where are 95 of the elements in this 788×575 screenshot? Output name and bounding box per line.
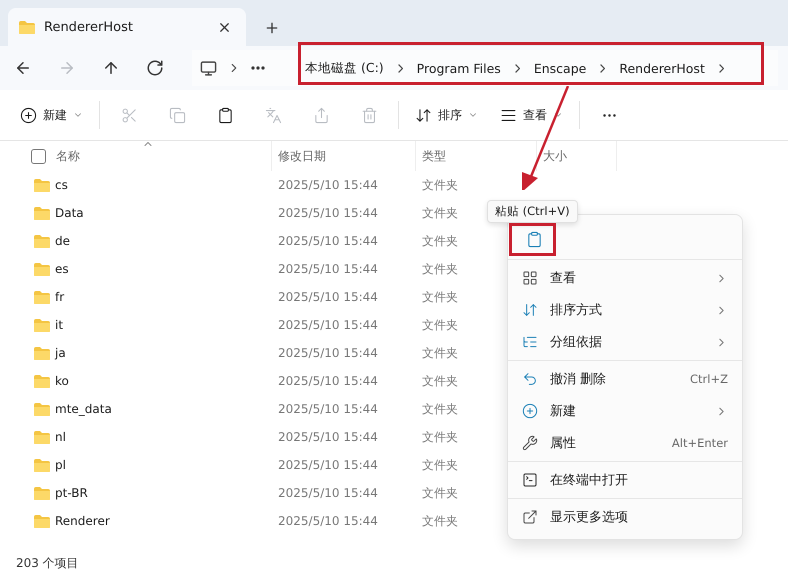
type-cell-text: 文件夹 — [421, 484, 458, 502]
date-cell-text: 2025/5/10 15:44 — [277, 346, 378, 360]
folder-icon — [33, 514, 51, 528]
date-cell-text: 2025/5/10 15:44 — [277, 318, 378, 332]
chevron-icon — [718, 64, 724, 72]
undo-icon — [522, 371, 538, 387]
wrench-icon — [522, 435, 538, 451]
folder-icon — [33, 346, 51, 360]
more-icon — [251, 66, 265, 70]
type-cell-text: 文件夹 — [421, 288, 458, 306]
type-cell-text: 文件夹 — [421, 316, 458, 334]
type-cell-text: 文件夹 — [421, 344, 458, 362]
list-icon — [522, 334, 538, 350]
file-name[interactable]: cs — [55, 178, 68, 192]
tooltip: 粘贴 (Ctrl+V) — [487, 200, 578, 223]
folder-icon — [33, 262, 51, 276]
column-header[interactable]: 类型 — [416, 141, 537, 171]
date-cell-text: 2025/5/10 15:44 — [277, 290, 378, 304]
type-cell-text: 文件夹 — [421, 512, 458, 530]
file-name[interactable]: ja — [55, 346, 66, 360]
type-cell-text: 文件夹 — [421, 232, 458, 250]
folder-icon — [33, 206, 51, 220]
folder-icon — [33, 374, 51, 388]
breadcrumb-item[interactable]: RendererHost — [619, 60, 705, 76]
type-cell-text: 文件夹 — [421, 176, 458, 194]
chevron-icon — [514, 64, 520, 72]
date-cell-text: 2025/5/10 15:44 — [277, 206, 378, 220]
window-tab[interactable]: RendererHost — [8, 8, 246, 46]
column-header[interactable]: 名称 — [25, 141, 272, 171]
file-name[interactable]: nl — [55, 430, 66, 444]
menu-item[interactable]: 显示更多选项 — [508, 501, 742, 533]
file-name[interactable]: it — [55, 318, 64, 332]
chevron-icon — [600, 64, 606, 72]
date-cell-text: 2025/5/10 15:44 — [277, 374, 378, 388]
menu-item[interactable]: 撤消 删除 Ctrl+Z — [508, 363, 742, 395]
menu-item[interactable]: 新建 — [508, 395, 742, 427]
folder-icon — [33, 234, 51, 248]
terminal-icon — [522, 472, 538, 488]
date-cell-text: 2025/5/10 15:44 — [277, 178, 378, 192]
date-cell-text: 2025/5/10 15:44 — [277, 402, 378, 416]
folder-icon — [18, 20, 36, 34]
menu-item[interactable]: 查看 — [508, 262, 742, 294]
date-cell-text: 2025/5/10 15:44 — [277, 262, 378, 276]
toolbar-button[interactable]: 新建 — [14, 102, 89, 128]
breadcrumb-item[interactable]: Enscape — [534, 60, 586, 76]
tab-title: RendererHost — [44, 20, 134, 34]
file-name[interactable]: fr — [55, 290, 64, 304]
date-cell-text: 2025/5/10 15:44 — [277, 514, 378, 528]
file-name[interactable]: Renderer — [55, 514, 110, 528]
file-name[interactable]: pl — [55, 458, 66, 472]
grid-icon — [522, 270, 538, 286]
type-cell-text: 文件夹 — [421, 372, 458, 390]
sort-icon — [415, 106, 432, 124]
file-name[interactable]: de — [55, 234, 70, 248]
menu-item[interactable]: 分组依据 — [508, 326, 742, 358]
date-cell-text: 2025/5/10 15:44 — [277, 486, 378, 500]
folder-icon — [33, 178, 51, 192]
date-cell-text: 2025/5/10 15:44 — [277, 234, 378, 248]
menu-item[interactable]: 排序方式 — [508, 294, 742, 326]
sort-icon — [522, 302, 538, 318]
expand-icon — [522, 509, 538, 525]
highlight-frame — [509, 223, 556, 256]
folder-icon — [33, 290, 51, 304]
address-bar[interactable]: 本地磁盘 (C:) Program Files Enscape RendererHost — [192, 50, 778, 86]
select-all-checkbox[interactable] — [31, 148, 46, 164]
plus-circle-icon — [20, 106, 37, 124]
date-cell-text: 2025/5/10 15:44 — [277, 430, 378, 444]
type-cell-text: 文件夹 — [421, 260, 458, 278]
file-name[interactable]: mte_data — [55, 402, 112, 416]
breadcrumb-item[interactable]: 本地磁盘 (C:) — [305, 60, 384, 76]
file-name[interactable]: ko — [55, 374, 69, 388]
date-cell-text: 2025/5/10 15:44 — [277, 458, 378, 472]
folder-icon — [33, 458, 51, 472]
file-name[interactable]: es — [55, 262, 69, 276]
file-name[interactable]: pt-BR — [55, 486, 88, 500]
type-cell-text: 文件夹 — [421, 400, 458, 418]
toolbar-button[interactable]: 排序 — [409, 102, 484, 128]
menu-item[interactable]: 属性 Alt+Enter — [508, 427, 742, 459]
folder-icon — [33, 486, 51, 500]
type-cell-text: 文件夹 — [421, 456, 458, 474]
folder-icon — [33, 318, 51, 332]
type-cell-text: 文件夹 — [421, 428, 458, 446]
item-count: 203 个项目 — [16, 554, 79, 572]
chevron-icon — [398, 64, 403, 72]
plus-circle-icon — [522, 403, 538, 419]
folder-icon — [33, 430, 51, 444]
menu-item[interactable]: 在终端中打开 — [508, 464, 742, 496]
toolbar-button[interactable]: 查看 — [494, 102, 569, 128]
type-cell-text: 文件夹 — [421, 204, 458, 222]
column-header[interactable]: 修改日期 — [272, 141, 416, 171]
breadcrumb-item[interactable]: Program Files — [416, 60, 501, 76]
column-header[interactable]: 大小 — [537, 141, 617, 171]
file-name[interactable]: Data — [55, 206, 84, 220]
computer-icon — [200, 60, 217, 76]
folder-icon — [33, 402, 51, 416]
